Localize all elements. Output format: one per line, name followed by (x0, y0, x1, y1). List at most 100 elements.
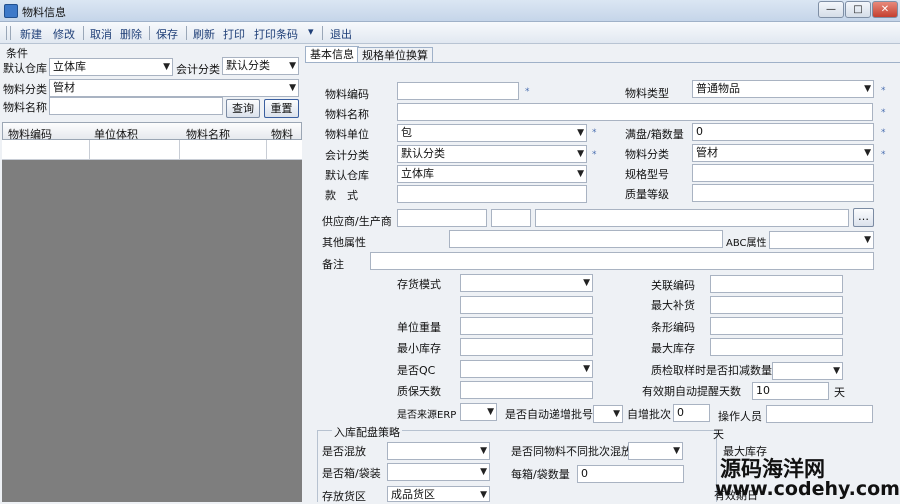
auto-batch-select[interactable]: ▼ (593, 405, 623, 423)
close-button[interactable]: ✕ (872, 1, 898, 18)
max-restock-input[interactable] (710, 296, 843, 314)
required-mark: * (592, 128, 597, 138)
material-class-select[interactable]: 管材 ▼ (692, 144, 874, 162)
chevron-down-icon: ▼ (833, 366, 840, 376)
print-button[interactable]: 打印 (223, 26, 245, 42)
material-category-select[interactable]: 管材 ▼ (49, 79, 299, 97)
minimize-button[interactable]: — (818, 1, 844, 18)
material-name-label: 物料名称 (3, 101, 47, 114)
supplier-code-input[interactable] (397, 209, 487, 227)
chevron-down-icon: ▼ (577, 149, 584, 159)
material-name-form-input[interactable] (397, 103, 873, 121)
other-attr-label: 其他属性 (322, 236, 366, 249)
query-button[interactable]: 查询 (226, 99, 260, 118)
app-icon (4, 4, 18, 18)
other-attr-input[interactable] (449, 230, 723, 248)
required-mark: * (881, 128, 886, 138)
min-stock-input[interactable] (460, 338, 593, 356)
unit-weight-input[interactable] (460, 317, 593, 335)
reset-button[interactable]: 重置 (264, 99, 299, 118)
stock-mode-select[interactable]: ▼ (460, 274, 593, 292)
chevron-down-icon: ▼ (480, 446, 487, 456)
maximize-button[interactable]: □ (845, 1, 871, 18)
table-row[interactable] (2, 140, 302, 160)
stock-mode-label: 存货模式 (397, 278, 441, 291)
tab-basic-info[interactable]: 基本信息 (305, 46, 359, 63)
mix-batch-select[interactable]: ▼ (628, 442, 683, 460)
new-button[interactable]: 新建 (20, 26, 42, 42)
material-code-input[interactable] (397, 82, 519, 100)
mix-label: 是否混放 (322, 445, 366, 458)
is-qc-select[interactable]: ▼ (460, 360, 593, 378)
box-pack-label: 是否箱/袋装 (322, 467, 381, 480)
chevron-down-icon: ▼ (583, 364, 590, 374)
required-mark: * (525, 87, 530, 97)
warehouse-label: 默认仓库 (3, 62, 47, 75)
acct-class-select[interactable]: 默认分类 ▼ (397, 145, 587, 163)
warehouse-select[interactable]: 立体库 ▼ (49, 58, 173, 76)
qc-deduct-select[interactable]: ▼ (772, 362, 843, 380)
spec-model-input[interactable] (692, 164, 874, 182)
abc-attr-select[interactable]: ▼ (769, 231, 874, 249)
print-barcode-button[interactable]: 打印条码 (254, 26, 298, 42)
remark-label: 备注 (322, 258, 344, 271)
material-category-value: 管材 (53, 81, 75, 94)
default-warehouse-select[interactable]: 立体库 ▼ (397, 165, 587, 183)
expiry-warn-input[interactable]: 10 (752, 382, 829, 400)
chevron-down-icon: ▼ (289, 83, 296, 93)
storage-area-select[interactable]: 成品货区 ▼ (387, 486, 490, 502)
acct-category-select[interactable]: 默认分类 ▼ (222, 57, 299, 75)
max-stock-input[interactable] (710, 338, 843, 356)
default-warehouse-label: 默认仓库 (325, 169, 369, 182)
material-name-input[interactable] (49, 97, 223, 115)
required-mark: * (881, 108, 886, 118)
unit-value: 包 (401, 126, 412, 139)
box-pack-select[interactable]: ▼ (387, 463, 490, 481)
chevron-down-icon: ▼ (577, 128, 584, 138)
edit-button[interactable]: 修改 (53, 26, 75, 42)
chevron-down-icon: ▼ (163, 62, 170, 72)
refresh-button[interactable]: 刷新 (193, 26, 215, 42)
delete-button[interactable]: 删除 (120, 26, 142, 42)
chevron-down-icon: ▼ (577, 169, 584, 179)
is-erp-select[interactable]: ▼ (460, 403, 497, 421)
max-restock-label: 最大补货 (651, 299, 695, 312)
shelf-life-label: 质保天数 (397, 385, 441, 398)
barcode-label: 条形编码 (651, 321, 695, 334)
style-input[interactable] (397, 185, 587, 203)
link-code-input[interactable] (710, 275, 843, 293)
remark-input[interactable] (370, 252, 874, 270)
save-button[interactable]: 保存 (156, 26, 178, 42)
supplier-browse-button[interactable]: … (853, 208, 874, 227)
field-input[interactable] (460, 296, 593, 314)
print-dropdown-icon[interactable]: ▾ (308, 25, 314, 38)
grid-header: 物料编码 单位体积 物料名称 物料规 (2, 122, 302, 157)
window-title: 物料信息 (22, 6, 66, 19)
spec-model-label: 规格型号 (625, 168, 669, 181)
unit-select[interactable]: 包 ▼ (397, 124, 587, 142)
max-stock-label: 最大库存 (651, 342, 695, 355)
chevron-down-icon: ▼ (673, 446, 680, 456)
unit-weight-label: 单位重量 (397, 321, 441, 334)
per-box-qty-label: 每箱/袋数量 (511, 468, 570, 481)
supplier-extra-input[interactable] (491, 209, 531, 227)
per-box-qty-input[interactable]: 0 (577, 465, 684, 483)
material-type-label: 物料类型 (625, 87, 669, 100)
mix-select[interactable]: ▼ (387, 442, 490, 460)
material-type-select[interactable]: 普通物品 ▼ (692, 80, 874, 98)
supplier-name-input[interactable] (535, 209, 849, 227)
batch-input[interactable]: 0 (673, 404, 710, 422)
grid-divider (266, 140, 267, 160)
material-grid[interactable] (2, 122, 302, 502)
is-qc-label: 是否QC (397, 364, 436, 377)
barcode-input[interactable] (710, 317, 843, 335)
cancel-button[interactable]: 取消 (90, 26, 112, 42)
exit-button[interactable]: 退出 (330, 26, 352, 42)
box-qty-input[interactable]: 0 (692, 123, 874, 141)
shelf-life-input[interactable] (460, 381, 593, 399)
grid-divider (89, 140, 90, 160)
chevron-down-icon: ▼ (289, 61, 296, 71)
quality-grade-input[interactable] (692, 184, 874, 202)
acct-category-label: 会计分类 (176, 63, 220, 76)
operator-input[interactable] (766, 405, 873, 423)
